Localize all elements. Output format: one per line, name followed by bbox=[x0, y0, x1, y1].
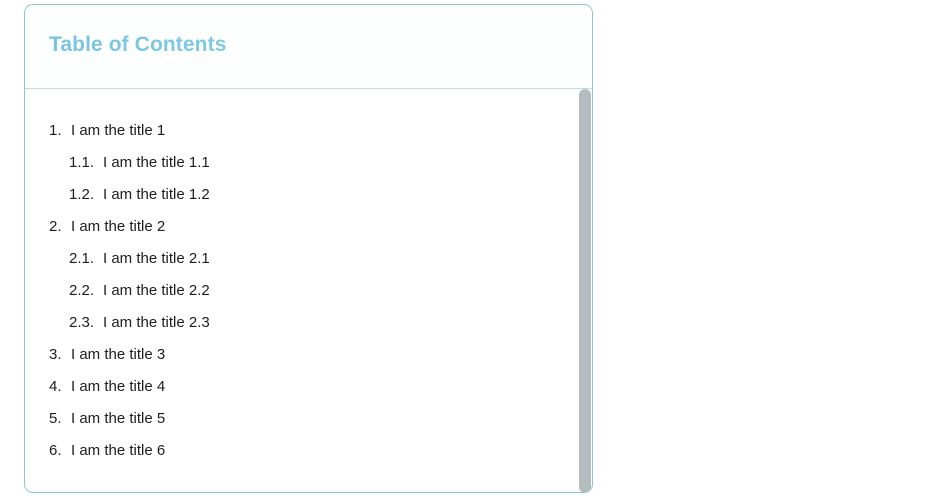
toc-item-label: I am the title 4 bbox=[71, 378, 166, 395]
toc-item-number: 6. bbox=[49, 442, 62, 459]
card-header: Table of Contents bbox=[25, 5, 592, 89]
toc-item-number: 1. bbox=[49, 122, 62, 139]
toc-item[interactable]: 5. I am the title 5 bbox=[25, 403, 592, 435]
toc-item-number: 3. bbox=[49, 346, 62, 363]
toc-item-number: 1.1. bbox=[69, 154, 95, 171]
toc-item-number: 5. bbox=[49, 410, 62, 427]
toc-item-number: 2.2. bbox=[69, 282, 95, 299]
page-title: Table of Contents bbox=[49, 33, 592, 56]
toc-list: 1. I am the title 1 1.1. I am the title 1.1… bbox=[25, 89, 592, 467]
toc-item[interactable]: 6. I am the title 6 bbox=[25, 435, 592, 467]
toc-item-label: I am the title 2 bbox=[71, 218, 166, 235]
toc-item-number: 4. bbox=[49, 378, 62, 395]
toc-item-label: I am the title 2.2 bbox=[103, 282, 210, 299]
toc-item-label: I am the title 1 bbox=[71, 122, 166, 139]
toc-item-label: I am the title 2.1 bbox=[103, 250, 210, 267]
toc-item-number: 1.2. bbox=[69, 186, 95, 203]
toc-item-label: I am the title 2.3 bbox=[103, 314, 210, 331]
toc-item-label: I am the title 3 bbox=[71, 346, 166, 363]
vertical-scrollbar[interactable] bbox=[578, 89, 592, 492]
scrollbar-thumb[interactable] bbox=[579, 89, 591, 492]
toc-item-label: I am the title 5 bbox=[71, 410, 166, 427]
toc-item-number: 2. bbox=[49, 218, 62, 235]
toc-item[interactable]: 1.2. I am the title 1.2 bbox=[25, 179, 592, 211]
toc-item-label: I am the title 1.2 bbox=[103, 186, 210, 203]
toc-item[interactable]: 1.1. I am the title 1.1 bbox=[25, 147, 592, 179]
toc-item[interactable]: 1. I am the title 1 bbox=[25, 115, 592, 147]
toc-item-label: I am the title 1.1 bbox=[103, 154, 210, 171]
toc-item[interactable]: 4. I am the title 4 bbox=[25, 371, 592, 403]
card-body: 1. I am the title 1 1.1. I am the title 1.1… bbox=[25, 89, 592, 492]
toc-item-label: I am the title 6 bbox=[71, 442, 166, 459]
toc-item[interactable]: 2.2. I am the title 2.2 bbox=[25, 275, 592, 307]
toc-item[interactable]: 3. I am the title 3 bbox=[25, 339, 592, 371]
toc-item[interactable]: 2. I am the title 2 bbox=[25, 211, 592, 243]
toc-item[interactable]: 2.1. I am the title 2.1 bbox=[25, 243, 592, 275]
toc-item-number: 2.3. bbox=[69, 314, 95, 331]
toc-item[interactable]: 2.3. I am the title 2.3 bbox=[25, 307, 592, 339]
table-of-contents-card: Table of Contents 1. I am the title 1 1.1.… bbox=[24, 4, 593, 493]
toc-item-number: 2.1. bbox=[69, 250, 95, 267]
